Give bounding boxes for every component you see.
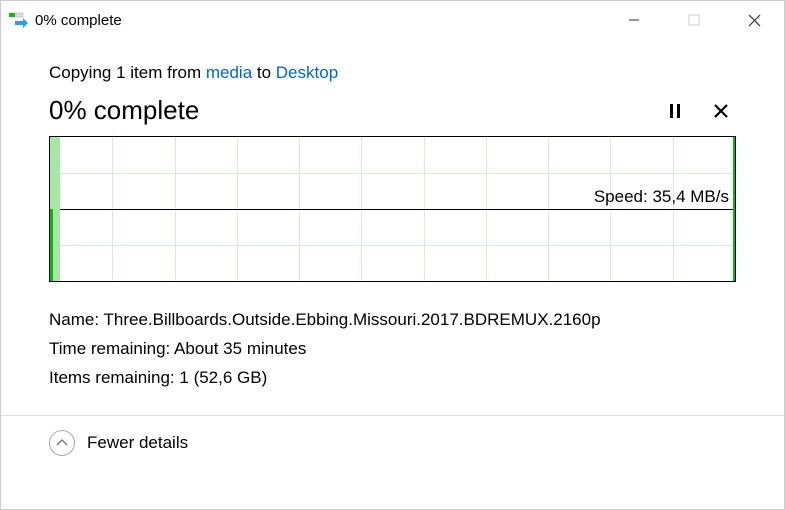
maximize-button xyxy=(664,1,724,39)
speed-chart: Speed: 35,4 MB/s xyxy=(49,136,736,282)
close-window-button[interactable] xyxy=(724,1,784,39)
speed-label-prefix: Speed: xyxy=(594,187,653,206)
items-value: 1 (52,6 GB) xyxy=(179,368,267,387)
name-value: Three.Billboards.Outside.Ebbing.Missouri… xyxy=(104,310,601,329)
name-label: Name: xyxy=(49,310,104,329)
window-titlebar: 0% complete xyxy=(1,1,784,39)
chevron-up-icon xyxy=(56,439,68,447)
copy-mid: to xyxy=(252,63,276,82)
copy-prefix: Copying 1 item from xyxy=(49,63,206,82)
copy-progress-icon xyxy=(9,12,29,28)
detail-items-remaining: Items remaining: 1 (52,6 GB) xyxy=(49,364,736,393)
chart-current-bar xyxy=(50,209,53,281)
window-controls xyxy=(604,1,784,39)
speed-value: 35,4 MB/s xyxy=(652,187,729,206)
time-value: About 35 minutes xyxy=(174,339,306,358)
progress-actions xyxy=(666,102,736,120)
footer: Fewer details xyxy=(1,416,784,470)
pause-button[interactable] xyxy=(666,102,684,120)
progress-percent: 0% complete xyxy=(49,95,199,126)
window-title: 0% complete xyxy=(35,12,604,29)
destination-link[interactable]: Desktop xyxy=(276,63,338,82)
dialog-content: Copying 1 item from media to Desktop 0% … xyxy=(1,39,784,393)
chart-right-edge xyxy=(733,137,735,281)
time-label: Time remaining: xyxy=(49,339,174,358)
minimize-button[interactable] xyxy=(604,1,664,39)
copy-description: Copying 1 item from media to Desktop xyxy=(49,63,736,83)
detail-name: Name: Three.Billboards.Outside.Ebbing.Mi… xyxy=(49,306,736,335)
speed-label: Speed: 35,4 MB/s xyxy=(594,187,729,207)
details-toggle-button[interactable] xyxy=(49,430,75,456)
items-label: Items remaining: xyxy=(49,368,179,387)
details-toggle-label[interactable]: Fewer details xyxy=(87,433,188,453)
detail-time-remaining: Time remaining: About 35 minutes xyxy=(49,335,736,364)
chart-speed-line xyxy=(50,209,735,210)
cancel-button[interactable] xyxy=(712,102,730,120)
progress-row: 0% complete xyxy=(49,95,736,126)
source-link[interactable]: media xyxy=(206,63,252,82)
